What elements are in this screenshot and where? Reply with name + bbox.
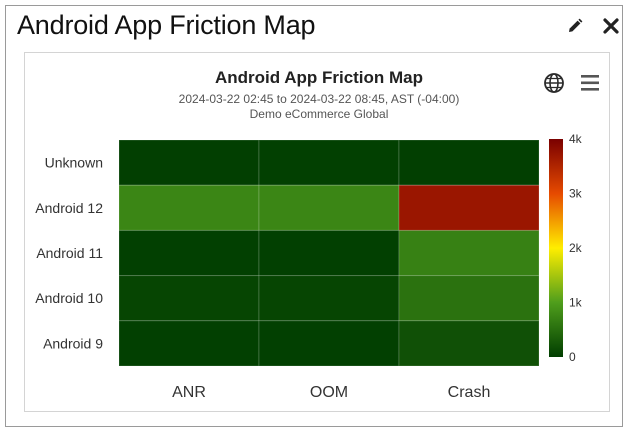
chart-subtitle-line-2: Demo eCommerce Global xyxy=(250,107,389,121)
heatmap-chart: Android App Friction Map 2024-03-22 02:4… xyxy=(35,68,599,401)
x-axis-labels: ANR OOM Crash xyxy=(172,384,490,401)
y-axis-label: Android 12 xyxy=(35,200,103,216)
heatmap-cell[interactable] xyxy=(258,184,400,231)
pencil-icon[interactable] xyxy=(564,15,586,37)
y-axis-label: Unknown xyxy=(45,155,103,171)
heatmap-cell[interactable] xyxy=(398,229,540,277)
color-axis-tick-label: 1k xyxy=(569,296,583,310)
x-axis-label: ANR xyxy=(172,384,206,401)
heatmap-cell[interactable] xyxy=(258,229,400,277)
globe-icon[interactable] xyxy=(544,73,564,93)
y-axis-label: Android 11 xyxy=(36,245,103,261)
heatmap-cell[interactable] xyxy=(258,320,400,367)
heatmap-chart-container: Android App Friction Map 2024-03-22 02:4… xyxy=(24,52,610,412)
x-axis-label: Crash xyxy=(448,384,491,401)
hamburger-menu-icon[interactable] xyxy=(581,75,599,91)
color-axis-tick-label: 4k xyxy=(569,132,583,146)
close-icon[interactable] xyxy=(600,15,622,37)
y-axis-label: Android 9 xyxy=(43,335,103,351)
color-axis-tick-label: 2k xyxy=(569,241,583,255)
color-axis-bar xyxy=(549,139,563,357)
heatmap-cell[interactable] xyxy=(398,320,540,367)
heatmap-cells xyxy=(118,139,540,367)
heatmap-cell[interactable] xyxy=(118,139,260,186)
x-axis-label: OOM xyxy=(310,384,348,401)
y-axis-labels: Unknown Android 12 Android 11 Android 10 And… xyxy=(35,155,103,352)
chart-subtitle-line-1: 2024-03-22 02:45 to 2024-03-22 08:45, AS… xyxy=(179,92,460,106)
color-axis-tick-label: 0 xyxy=(569,350,576,364)
heatmap-cell[interactable] xyxy=(118,320,260,367)
heatmap-cell[interactable] xyxy=(258,139,400,186)
friction-map-widget: Android App Friction Map Android App Fri… xyxy=(5,5,623,427)
heatmap-cell[interactable] xyxy=(398,275,540,322)
heatmap-cell[interactable] xyxy=(118,275,260,322)
heatmap-cell[interactable] xyxy=(258,275,400,322)
heatmap-cell[interactable] xyxy=(398,184,540,231)
widget-title: Android App Friction Map xyxy=(17,10,316,40)
heatmap-cell[interactable] xyxy=(398,139,540,186)
chart-title: Android App Friction Map xyxy=(215,68,423,87)
color-axis-tick-label: 3k xyxy=(569,187,583,201)
y-axis-label: Android 10 xyxy=(35,290,103,306)
color-axis-legend: 0 1k 2k 3k 4k xyxy=(549,132,583,364)
heatmap-cell[interactable] xyxy=(118,184,260,231)
heatmap-cell[interactable] xyxy=(118,229,260,277)
